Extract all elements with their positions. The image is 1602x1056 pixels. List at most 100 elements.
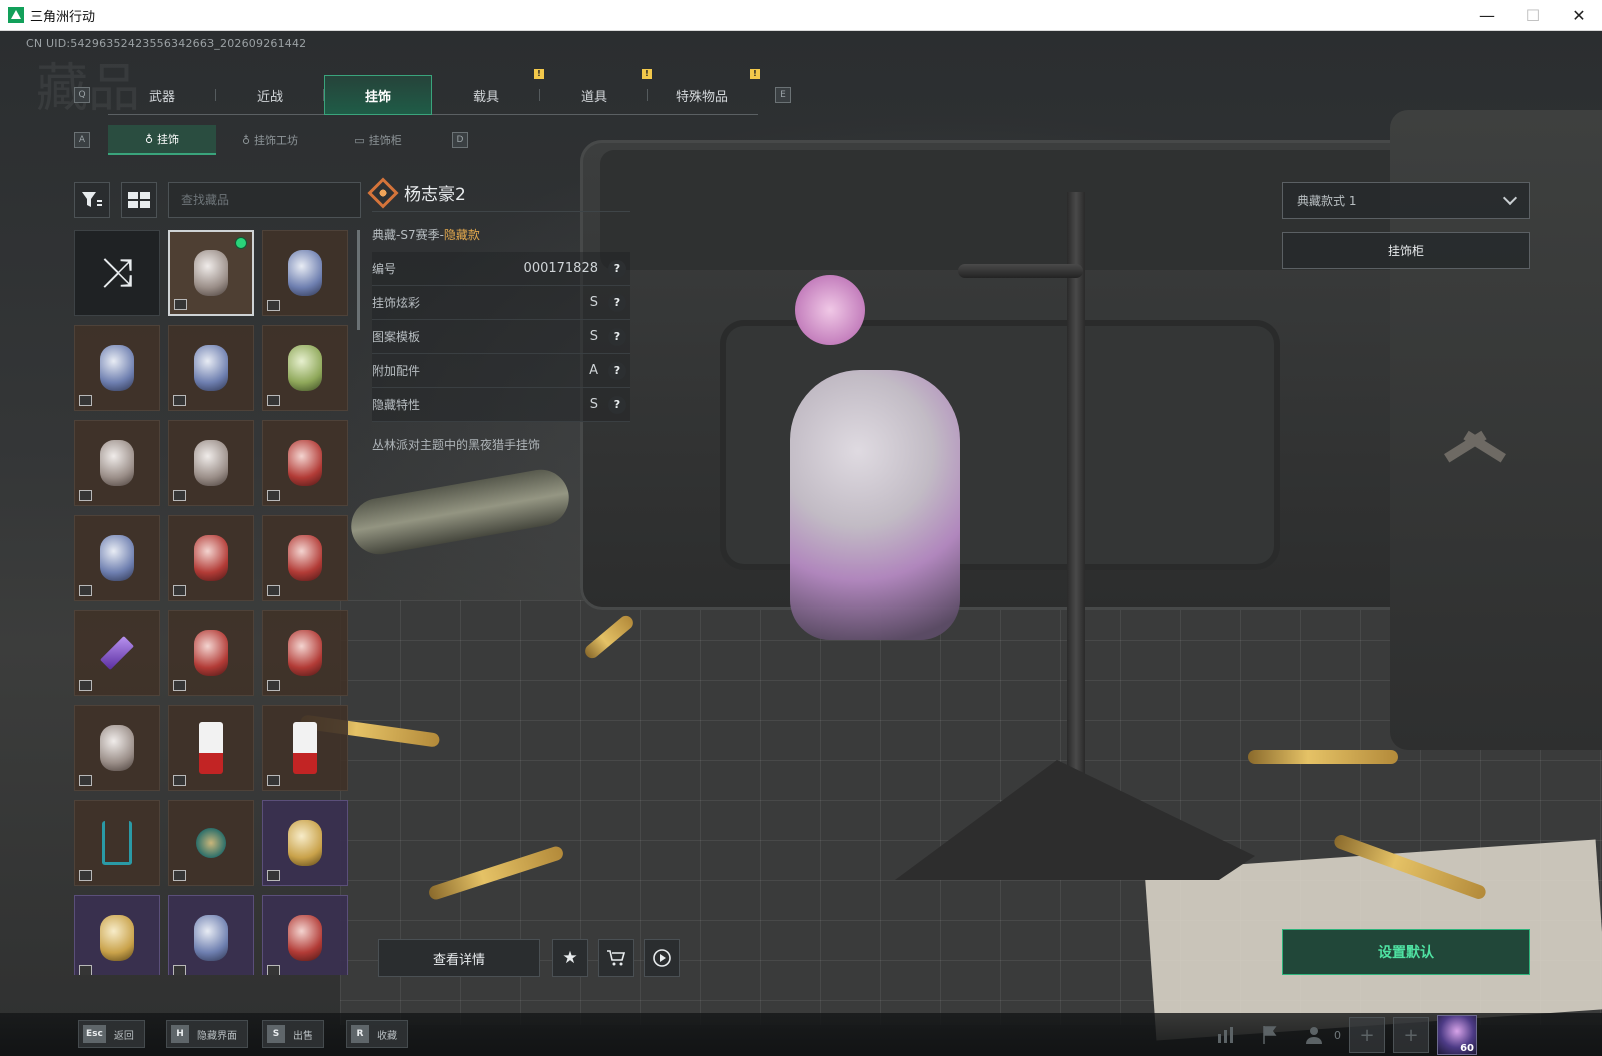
help-icon[interactable]: ? [608, 361, 626, 380]
random-charm-button[interactable]: ⤨ [74, 230, 160, 316]
prev-subtab-key[interactable]: A [74, 132, 90, 148]
minimize-button[interactable]: — [1464, 0, 1510, 31]
preview-animation-button[interactable] [644, 939, 680, 977]
inventory-item[interactable] [168, 325, 254, 411]
tab-weapons[interactable]: 武器 [108, 75, 216, 115]
inventory-item[interactable] [74, 895, 160, 975]
tab-label: 近战 [256, 89, 283, 105]
hint-key: Esc [83, 1025, 106, 1043]
inventory-item[interactable] [168, 230, 254, 316]
inventory-item[interactable] [168, 705, 254, 791]
property-row: 附加配件 A? [372, 354, 630, 388]
inventory-item[interactable] [262, 610, 348, 696]
image-corner-icon [173, 585, 186, 596]
subtab-charm-cabinet[interactable]: ▭ 挂饰柜 [324, 125, 432, 155]
hint-label: 出售 [293, 1030, 313, 1042]
subtab-charms[interactable]: ♁ 挂饰 [108, 125, 216, 155]
inventory-item[interactable] [168, 610, 254, 696]
inventory-item[interactable] [168, 895, 254, 975]
help-icon[interactable]: ? [608, 259, 626, 278]
tab-special-items[interactable]: 特殊物品 ! [648, 69, 760, 115]
stats-icon[interactable] [1208, 1017, 1244, 1053]
add-slot-button[interactable]: + [1349, 1017, 1385, 1053]
item-description: 丛林派对主题中的黑夜猎手挂饰 [372, 438, 541, 452]
tab-vehicles[interactable]: 载具 ! [432, 69, 544, 115]
view-details-button[interactable]: 查看详情 [378, 939, 540, 977]
style-dropdown-value: 典藏款式 1 [1297, 194, 1357, 208]
charm-thumbnail [288, 630, 322, 676]
inventory-item[interactable] [74, 515, 160, 601]
tab-melee[interactable]: 近战 [216, 75, 324, 115]
help-icon[interactable]: ? [608, 395, 626, 414]
image-corner-icon [79, 585, 92, 596]
shop-button[interactable] [598, 939, 634, 977]
plus-icon: + [1359, 1024, 1375, 1046]
friends-count: 0 [1334, 1028, 1341, 1042]
season-label: 典藏-S7赛季- [372, 228, 444, 242]
keyboard-hint[interactable]: Esc 返回 [78, 1020, 145, 1048]
image-corner-icon [79, 965, 92, 975]
image-corner-icon [267, 965, 280, 975]
equipped-indicator-icon [235, 237, 247, 249]
grid-layout-icon [128, 192, 150, 208]
subtab-label: 挂饰工坊 [254, 134, 299, 147]
keyboard-hint[interactable]: H 隐藏界面 [166, 1020, 248, 1048]
property-value: A [589, 363, 598, 378]
charm-thumbnail [288, 820, 322, 866]
layout-toggle-button[interactable] [121, 182, 157, 218]
flag-icon[interactable] [1252, 1017, 1288, 1053]
help-icon[interactable]: ? [608, 327, 626, 346]
search-input[interactable] [168, 182, 361, 218]
inventory-item[interactable] [262, 230, 348, 316]
inventory-scrollbar[interactable] [357, 230, 360, 330]
item-detail-panel: 杨志豪2 典藏-S7赛季-隐藏款 编号 000171828? 挂饰炫彩 S? 图案模板 S… [367, 174, 630, 453]
maximize-button[interactable]: ☐ [1510, 0, 1556, 31]
avatar[interactable]: 60 [1437, 1015, 1477, 1055]
property-value: S [589, 329, 598, 344]
charm-thumbnail [100, 535, 134, 581]
inventory-item[interactable] [262, 420, 348, 506]
inventory-item[interactable] [168, 420, 254, 506]
inventory-item[interactable] [262, 515, 348, 601]
image-corner-icon [267, 870, 280, 881]
inventory-item[interactable] [168, 800, 254, 886]
set-default-button[interactable]: 设置默认 [1282, 929, 1530, 975]
image-corner-icon [79, 490, 92, 501]
tab-charms[interactable]: 挂饰 [324, 75, 432, 115]
inventory-item[interactable] [74, 800, 160, 886]
image-corner-icon [79, 775, 92, 786]
style-dropdown[interactable]: 典藏款式 1 [1282, 182, 1530, 219]
property-label: 编号 [372, 262, 397, 276]
hint-label: 隐藏界面 [197, 1030, 237, 1042]
favorite-button[interactable]: ★ [552, 939, 588, 977]
inventory-item[interactable] [168, 515, 254, 601]
close-button[interactable]: ✕ [1556, 0, 1602, 31]
friends-icon[interactable] [1296, 1017, 1332, 1053]
inventory-item[interactable] [74, 705, 160, 791]
charm-cabinet-button[interactable]: 挂饰柜 [1282, 232, 1530, 269]
subtab-charm-workshop[interactable]: ♁ 挂饰工坊 [216, 125, 324, 155]
keyboard-hint[interactable]: R 收藏 [346, 1020, 408, 1048]
image-corner-icon [173, 965, 186, 975]
tab-items[interactable]: 道具 ! [540, 69, 652, 115]
tab-label: 挂饰 [364, 89, 391, 105]
charm-model-rose[interactable] [795, 275, 865, 345]
inventory-item[interactable] [74, 610, 160, 696]
charm-icon: ♁ [241, 133, 251, 147]
inventory-item[interactable] [74, 325, 160, 411]
next-tab-key[interactable]: E [775, 87, 791, 103]
keyboard-hint[interactable]: S 出售 [262, 1020, 324, 1048]
charm-thumbnail [288, 915, 322, 961]
inventory-item[interactable] [262, 800, 348, 886]
filter-button[interactable] [74, 182, 110, 218]
inventory-item[interactable] [74, 420, 160, 506]
help-icon[interactable]: ? [608, 293, 626, 312]
prev-tab-key[interactable]: Q [74, 87, 90, 103]
bullet-decoration [1248, 750, 1398, 764]
next-subtab-key[interactable]: D [452, 132, 468, 148]
inventory-item[interactable] [262, 895, 348, 975]
inventory-item[interactable] [262, 325, 348, 411]
charm-model-preview[interactable] [790, 370, 960, 640]
inventory-item[interactable] [262, 705, 348, 791]
add-slot-button[interactable]: + [1393, 1017, 1429, 1053]
